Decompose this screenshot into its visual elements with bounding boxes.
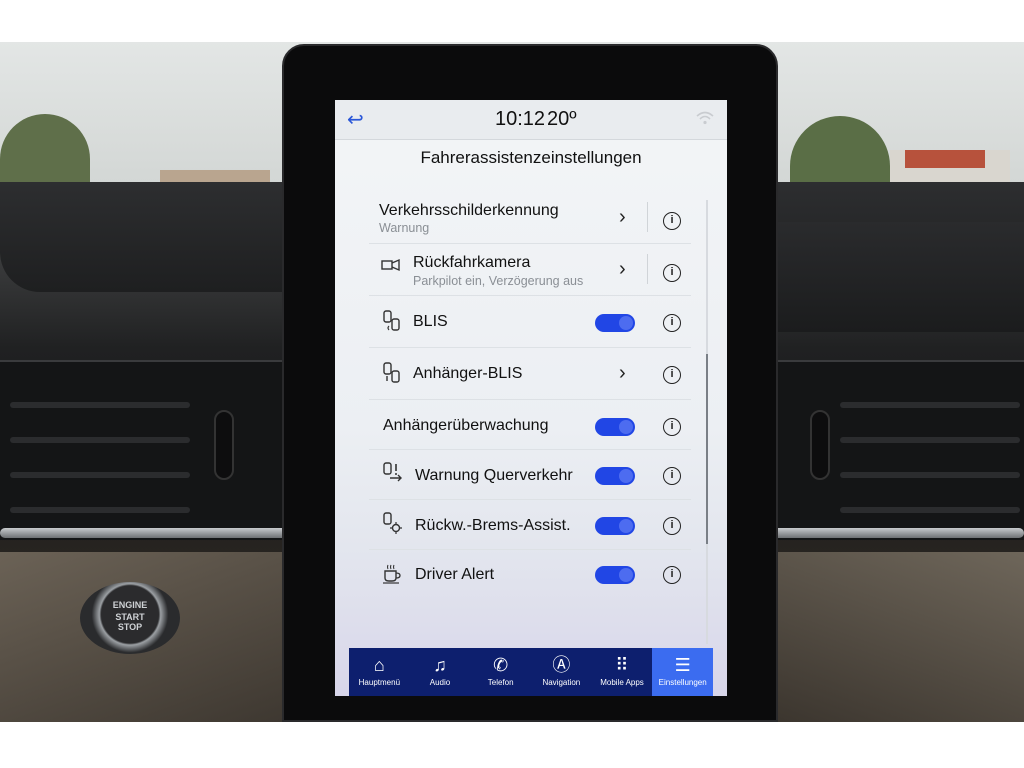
infotainment-screen: ↩ 10:12 20º Fahrerassistenzeinstellungen…	[335, 100, 727, 696]
roof	[905, 150, 985, 168]
apps-grid-icon: ⠿	[615, 655, 629, 675]
setting-row-blis[interactable]: BLIS i	[369, 296, 691, 348]
nav-label: Einstellungen	[658, 678, 707, 687]
settings-sliders-icon: ☰	[674, 655, 691, 675]
setting-row-rear-camera[interactable]: Rückfahrkamera Parkpilot ein, Verzögerun…	[369, 244, 691, 296]
music-note-icon: ♫	[433, 655, 447, 675]
setting-row-cross-traffic-warning[interactable]: Warnung Querverkehr i	[369, 450, 691, 500]
setting-row-driver-alert[interactable]: Driver Alert i	[369, 550, 691, 600]
start-button-text: ENGINE	[112, 600, 148, 610]
trailer-blind-spot-icon	[381, 362, 405, 386]
info-icon[interactable]: i	[663, 264, 681, 282]
car-interior-photo: ENGINE START STOP ↩ 10:12 20º Fahrerassi…	[0, 0, 1024, 768]
setting-label: BLIS	[413, 313, 448, 330]
blind-spot-icon	[381, 310, 405, 334]
dashboard-right	[760, 222, 1024, 332]
setting-row-trailer-monitoring[interactable]: Anhängerüberwachung i	[369, 400, 691, 450]
engine-start-stop-button[interactable]: ENGINE START STOP	[80, 582, 180, 654]
divider	[647, 254, 648, 284]
setting-sublabel: Parkpilot ein, Verzögerung aus	[413, 274, 584, 288]
info-icon[interactable]: i	[663, 418, 681, 436]
nav-label: Hauptmenü	[358, 678, 401, 687]
vent-knob	[214, 410, 234, 480]
info-icon[interactable]: i	[663, 314, 681, 332]
cross-traffic-icon	[381, 462, 405, 486]
start-button-text: START	[115, 612, 145, 622]
nav-navigation[interactable]: Ⓐ Navigation	[531, 648, 592, 696]
clock: 10:12	[495, 108, 546, 130]
setting-label: Driver Alert	[415, 566, 495, 583]
chrome-trim	[760, 528, 1024, 538]
trailer-monitoring-toggle[interactable]	[595, 418, 635, 436]
nav-mobile-apps[interactable]: ⠿ Mobile Apps	[592, 648, 653, 696]
divider	[647, 202, 648, 232]
vent-knob	[810, 410, 830, 480]
nav-settings[interactable]: ☰ Einstellungen	[652, 648, 714, 696]
wifi-icon	[695, 110, 715, 130]
setting-label: Anhängerüberwachung	[383, 417, 549, 434]
air-vent-right	[760, 360, 1024, 540]
nav-home[interactable]: ⌂ Hauptmenü	[349, 648, 410, 696]
nav-phone[interactable]: ✆ Telefon	[470, 648, 531, 696]
info-icon[interactable]: i	[663, 517, 681, 535]
nav-label: Audio	[429, 678, 451, 687]
info-icon[interactable]: i	[663, 566, 681, 584]
chevron-right-icon[interactable]: ›	[619, 258, 626, 281]
home-icon: ⌂	[373, 655, 385, 675]
back-icon[interactable]: ↩	[347, 108, 377, 132]
nav-audio[interactable]: ♫ Audio	[410, 648, 471, 696]
chevron-right-icon[interactable]: ›	[619, 362, 626, 385]
cross-traffic-toggle[interactable]	[595, 467, 635, 485]
info-icon[interactable]: i	[663, 467, 681, 485]
nav-label: Mobile Apps	[600, 678, 644, 687]
bottom-nav-bar: ⌂ Hauptmenü ♫ Audio ✆ Telefon Ⓐ Navigati…	[349, 648, 714, 696]
setting-sublabel: Warnung	[379, 221, 430, 235]
setting-row-trailer-blis[interactable]: Anhänger-BLIS › i	[369, 348, 691, 400]
scrollbar[interactable]	[706, 200, 708, 644]
camera-icon	[381, 256, 405, 280]
status-bar: ↩ 10:12 20º	[335, 100, 727, 140]
page-title: Fahrerassistenzeinstellungen	[420, 148, 642, 167]
setting-row-traffic-sign-recognition[interactable]: Verkehrsschilderkennung Warnung › i	[369, 188, 691, 244]
setting-row-reverse-brake-assist[interactable]: Rückw.-Brems-Assist. i	[369, 500, 691, 550]
setting-label: Rückfahrkamera	[413, 254, 531, 271]
info-icon[interactable]: i	[663, 366, 681, 384]
start-button-text: STOP	[117, 622, 143, 632]
setting-label: Anhänger-BLIS	[413, 365, 523, 382]
settings-list: Verkehrsschilderkennung Warnung › i Rück…	[369, 188, 691, 662]
scrollbar-thumb[interactable]	[706, 354, 708, 544]
setting-label: Rückw.-Brems-Assist.	[415, 517, 571, 534]
reverse-brake-toggle[interactable]	[595, 517, 635, 535]
info-icon[interactable]: i	[663, 212, 681, 230]
navigation-icon: Ⓐ	[552, 655, 571, 675]
coffee-cup-icon	[381, 562, 405, 586]
air-vent-left	[0, 360, 295, 540]
nav-label: Navigation	[542, 678, 581, 687]
driver-alert-toggle[interactable]	[595, 566, 635, 584]
nav-label: Telefon	[487, 678, 514, 687]
temperature: 20º	[547, 108, 577, 130]
phone-icon: ✆	[493, 655, 509, 675]
setting-label: Warnung Querverkehr	[415, 467, 573, 484]
chrome-trim	[0, 528, 300, 538]
blis-toggle[interactable]	[595, 314, 635, 332]
reverse-brake-icon	[381, 512, 405, 536]
setting-label: Verkehrsschilderkennung	[379, 202, 559, 219]
dashboard-fabric	[770, 552, 1024, 722]
chevron-right-icon[interactable]: ›	[619, 206, 626, 229]
